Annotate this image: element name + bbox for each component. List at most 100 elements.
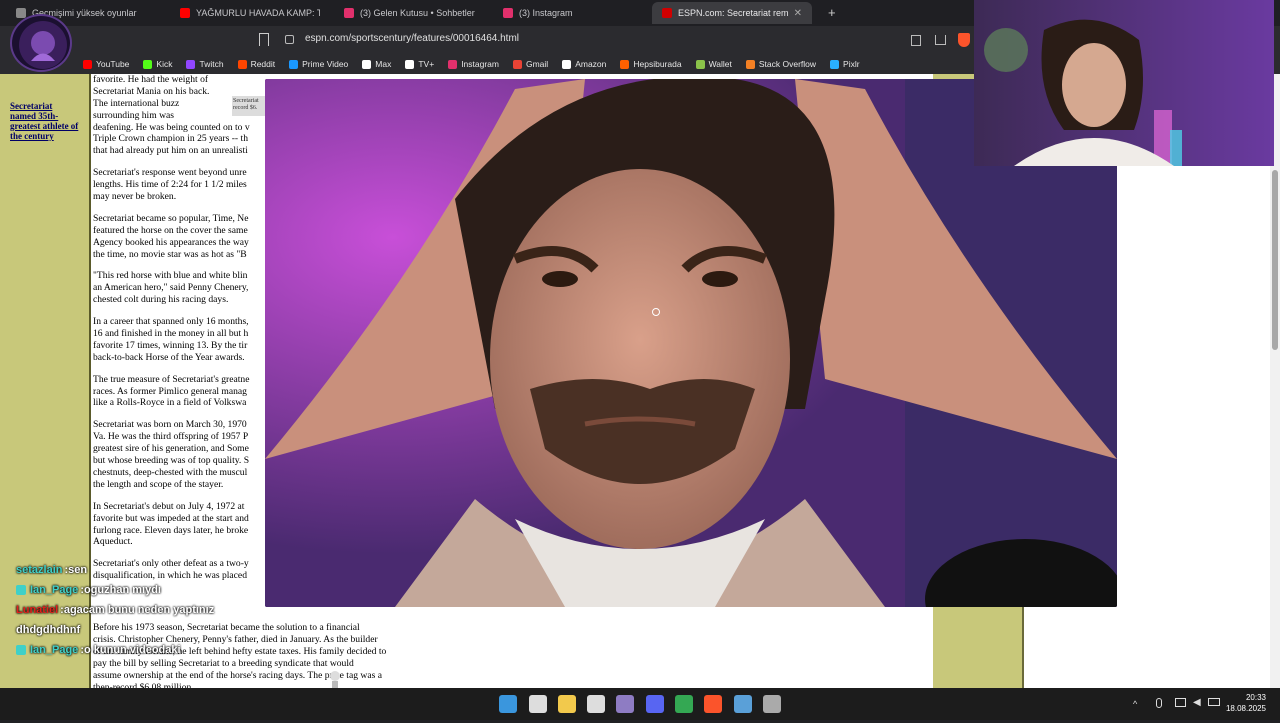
bookmark-icon: [405, 59, 415, 69]
discord-icon[interactable]: [646, 695, 664, 713]
article-line: Aqueduct.: [93, 536, 133, 548]
article-line: chestnuts, deep-chested with the muscul: [93, 466, 248, 478]
mic-icon[interactable]: [1156, 698, 1162, 708]
search-icon[interactable]: [529, 695, 547, 713]
article-line: [93, 491, 265, 501]
channel-logo: [10, 14, 72, 72]
new-tab-button[interactable]: +: [828, 5, 836, 20]
chat-username: Lunatiel: [16, 604, 59, 616]
clock[interactable]: 20:33 18.08.2025: [1226, 692, 1266, 714]
bookmark-twitch[interactable]: Twitch: [179, 59, 230, 69]
bookmark-star-icon[interactable]: [259, 33, 269, 46]
clock-time: 20:33: [1245, 693, 1266, 702]
share-icon[interactable]: [935, 35, 946, 45]
article-line: but whose breeding was of top quality. S: [93, 455, 250, 467]
windows-start-icon[interactable]: [499, 695, 517, 713]
chat-message: Ian_Page : oguzhan mıydı: [16, 580, 316, 600]
bookmark-hepsiburada[interactable]: Hepsiburada: [613, 59, 688, 69]
sidebar-link[interactable]: Secretariat named 35th-greatest athlete …: [10, 101, 80, 141]
article-line: 16 and finished in the money in all but …: [93, 328, 249, 340]
bookmark-gmail[interactable]: Gmail: [506, 59, 555, 69]
bookmark-reddit[interactable]: Reddit: [231, 59, 283, 69]
article-line: The true measure of Secretariat's greatn…: [93, 373, 250, 385]
instagram-icon: [503, 8, 513, 18]
bookmark-label: TV+: [418, 59, 435, 69]
bookmark-pixlr[interactable]: Pixlr: [823, 59, 867, 69]
bookmark-label: Amazon: [575, 59, 607, 69]
article-line: that had already put him on an unrealist…: [93, 145, 248, 157]
reader-icon[interactable]: [911, 35, 921, 46]
article-line: favorite 17 times, winning 13. By the ti…: [93, 339, 248, 351]
webcam-overlay: [974, 0, 1274, 166]
article-line: [93, 260, 265, 270]
photo-caption: Secretariat record $6.: [233, 98, 259, 111]
article-line: lengths. His time of 2:24 for 1 1/2 mile…: [93, 179, 247, 191]
bookmark-label: Wallet: [708, 59, 732, 69]
article-line: Va. He was the third offspring of 1957 P: [93, 431, 249, 443]
network-icon[interactable]: [1175, 698, 1186, 707]
bookmark-instagram[interactable]: Instagram: [441, 59, 506, 69]
bookmark-icon: [620, 59, 630, 69]
chat-message: Ian_Page : o kunun videodaki: [16, 640, 316, 660]
article-line: greatest sire of his generation, and Som…: [93, 443, 249, 455]
article-line: [93, 306, 265, 316]
bookmark-prime-video[interactable]: Prime Video: [282, 59, 355, 69]
page-scrollbar[interactable]: [1270, 74, 1280, 688]
obs-icon[interactable]: [763, 695, 781, 713]
chat-overlay: setazlain : sen Ian_Page : oguzhan mıydı L…: [16, 560, 316, 660]
bookmark-wallet[interactable]: Wallet: [689, 59, 739, 69]
chat-message: Lunatiel : agacam bunu neden yaptınız: [16, 600, 316, 620]
tray-chevron-icon[interactable]: ^: [1133, 699, 1137, 709]
scrollbar-thumb[interactable]: [1272, 170, 1278, 350]
brave-shield-icon[interactable]: [958, 33, 970, 47]
article-line: [93, 157, 265, 167]
gear-icon: [16, 8, 26, 18]
bookmark-icon: [695, 59, 705, 69]
bookmark-kick[interactable]: Kick: [136, 59, 179, 69]
tab-1[interactable]: YAĞMURLU HAVADA KAMP: TEM: [170, 2, 330, 24]
article-line: In a career that spanned only 16 months,: [93, 316, 249, 328]
bookmark-max[interactable]: Max: [355, 59, 398, 69]
file-explorer-icon[interactable]: [558, 695, 576, 713]
close-tab-icon[interactable]: ✕: [794, 8, 802, 19]
chat-username: dhdgdhdhnf: [16, 624, 81, 636]
tab-label: ESPN.com: Secretariat remains N: [678, 8, 788, 18]
article-line: the length and scope of the stayer.: [93, 478, 224, 490]
chrome-icon[interactable]: [675, 695, 693, 713]
chat-username: Ian_Page: [30, 644, 79, 656]
tab-4[interactable]: ESPN.com: Secretariat remains N ✕: [652, 2, 812, 24]
chat-username: setazlain: [16, 564, 63, 576]
tab-label: YAĞMURLU HAVADA KAMP: TEM: [196, 8, 320, 18]
article-line: deafening. He was being counted on to v: [93, 121, 250, 133]
clock-date: 18.08.2025: [1225, 704, 1266, 713]
bookmark-label: Instagram: [461, 59, 499, 69]
article-lower-line: assume ownership at the end of the horse…: [93, 669, 383, 681]
espn-icon: [662, 8, 672, 18]
article-line: chested colt during his racing days.: [93, 294, 229, 306]
app-icon[interactable]: [616, 695, 634, 713]
battery-icon[interactable]: [1208, 698, 1220, 706]
chat-message: setazlain : sen: [16, 560, 316, 580]
brave-icon[interactable]: [704, 695, 722, 713]
article-line: Secretariat became so popular, Time, Ne: [93, 212, 249, 224]
chat-text: o kunun videodaki: [83, 644, 181, 656]
article-line: Secretariat's response went beyond unre: [93, 167, 247, 179]
tab-2[interactable]: (3) Gelen Kutusu • Sohbetler: [334, 2, 489, 24]
url-field[interactable]: espn.com/sportscentury/features/00016464…: [305, 33, 519, 44]
article-line: Triple Crown champion in 25 years -- th: [93, 133, 248, 145]
store-icon[interactable]: [587, 695, 605, 713]
article-line: "This red horse with blue and white blin: [93, 270, 248, 282]
bookmark-tv-[interactable]: TV+: [398, 59, 441, 69]
bookmark-youtube[interactable]: YouTube: [76, 59, 136, 69]
bookmark-label: Hepsiburada: [633, 59, 682, 69]
bookmark-amazon[interactable]: Amazon: [555, 59, 613, 69]
bookmark-icon: [448, 59, 458, 69]
article-line: races. As former Pimlico general manag: [93, 385, 247, 397]
bookmark-stack-overflow[interactable]: Stack Overflow: [739, 59, 823, 69]
bookmark-label: Max: [375, 59, 392, 69]
steam-icon[interactable]: [734, 695, 752, 713]
article-line: the time, no movie star was as hot as "B: [93, 248, 247, 260]
volume-icon[interactable]: ◀: [1193, 697, 1201, 708]
site-info-icon[interactable]: [285, 35, 294, 44]
tab-3[interactable]: (3) Instagram: [493, 2, 648, 24]
